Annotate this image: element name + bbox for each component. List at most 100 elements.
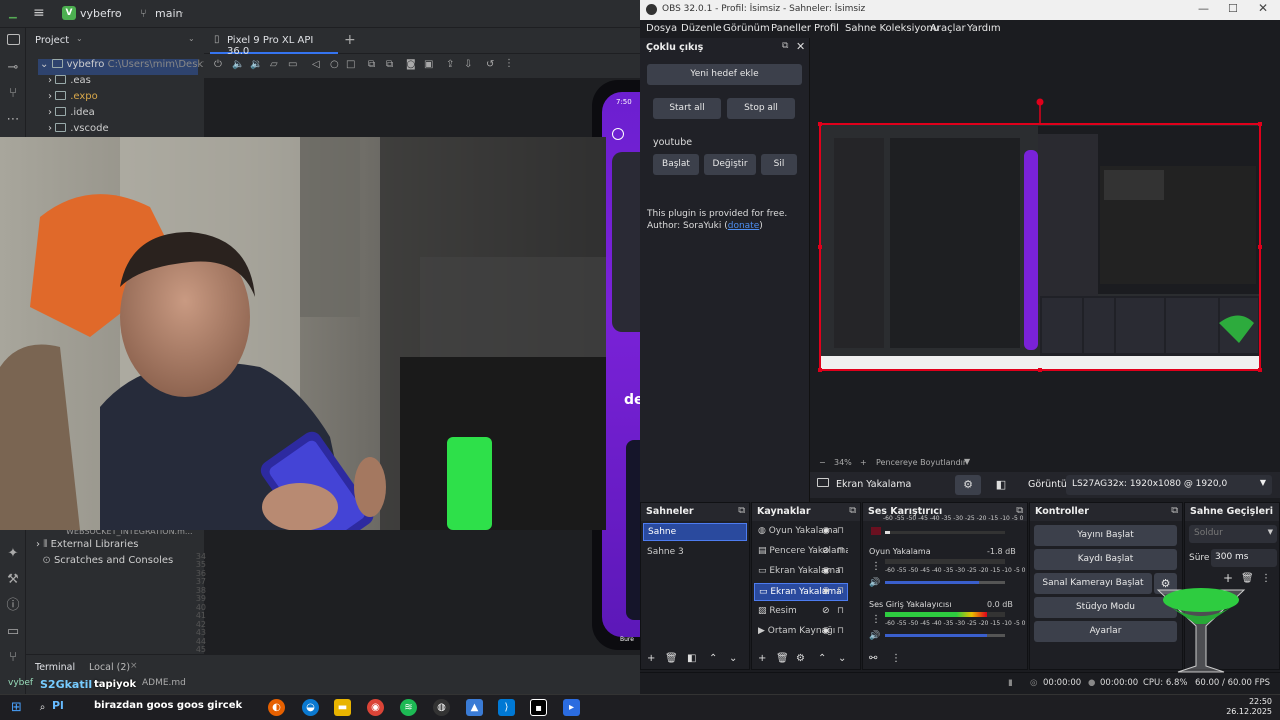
pull-request-icon[interactable]: ⑂ xyxy=(5,86,21,102)
source-item[interactable]: ▶ Ortam Kaynağı xyxy=(754,623,848,641)
store-icon[interactable]: ▲ xyxy=(466,699,483,716)
source-item[interactable]: ▭ Ekran Yakalama xyxy=(754,563,848,581)
visibility-icon[interactable]: ◉ xyxy=(822,586,830,596)
import-icon[interactable]: ⇩ xyxy=(464,59,472,70)
rotate-left-icon[interactable]: ▱ xyxy=(270,59,278,70)
visibility-icon[interactable]: ◉ xyxy=(822,566,830,576)
tree-item[interactable]: › .eas xyxy=(48,75,91,91)
volume-up-icon[interactable]: 🔈 xyxy=(232,59,244,70)
firefox-icon[interactable]: ◐ xyxy=(268,699,285,716)
edge-icon[interactable]: ◒ xyxy=(302,699,319,716)
windows-start-icon[interactable]: ⊞ xyxy=(8,699,25,716)
tab-terminal[interactable]: Terminal xyxy=(35,662,75,673)
duration-input[interactable]: 300 ms xyxy=(1211,549,1277,567)
donate-link[interactable]: donate xyxy=(728,221,760,231)
trash-icon[interactable]: 🗑 xyxy=(665,653,678,664)
menu-sahne-koleksiyonu[interactable]: Sahne Koleksiyonu xyxy=(845,23,939,34)
home-icon[interactable]: ○ xyxy=(330,59,339,70)
add-tab-icon[interactable]: + xyxy=(344,32,356,48)
minimize-icon[interactable]: — xyxy=(1198,2,1209,15)
hamburger-menu-icon[interactable]: ≡ xyxy=(33,5,45,21)
chrome-icon[interactable]: ◉ xyxy=(367,699,384,716)
terminal-app-icon[interactable]: ▸ xyxy=(563,699,580,716)
link-icon[interactable]: ⚯ xyxy=(869,653,877,664)
zoom-out-icon[interactable]: − xyxy=(819,458,826,467)
source-item[interactable]: ▤ Pencere Yakalama xyxy=(754,543,848,561)
move-up-icon[interactable]: ⌃ xyxy=(709,653,717,664)
volume-down-icon[interactable]: 🔉 xyxy=(250,59,262,70)
record-icon[interactable]: ▣ xyxy=(424,59,433,70)
float-icon[interactable]: ⧉ xyxy=(1171,505,1178,516)
tree-item[interactable]: › .idea xyxy=(48,107,95,123)
tree-item-external-libraries[interactable]: › ⫴ External Libraries xyxy=(36,539,138,555)
lock-icon[interactable]: ⊓ xyxy=(837,606,844,616)
start-recording-button[interactable]: Kaydı Başlat xyxy=(1034,549,1177,570)
add-icon[interactable]: + xyxy=(1223,571,1233,585)
close-icon[interactable]: ✕ xyxy=(796,40,805,53)
source-item[interactable]: ▭ Ekran Yakalama xyxy=(754,583,848,601)
close-icon[interactable]: ✕ xyxy=(1258,1,1268,15)
add-icon[interactable]: + xyxy=(647,653,655,664)
source-item[interactable]: ▨ Resim xyxy=(754,603,848,621)
volume-slider[interactable] xyxy=(885,634,1005,637)
move-up-icon[interactable]: ⌃ xyxy=(818,653,826,664)
spotify-icon[interactable]: ≋ xyxy=(400,699,417,716)
lock-icon[interactable]: ⊓ xyxy=(837,566,844,576)
menu-gorunum[interactable]: Görünüm xyxy=(723,23,770,34)
start-virtual-camera-button[interactable]: Sanal Kamerayı Başlat xyxy=(1034,573,1152,594)
trash-icon[interactable]: 🗑 xyxy=(776,653,789,664)
tab-emulator[interactable]: ▯ Pixel 9 Pro XL API 36.0 xyxy=(210,28,338,57)
float-icon[interactable]: ⧉ xyxy=(849,505,856,516)
move-down-icon[interactable]: ⌄ xyxy=(729,653,737,664)
add-target-button[interactable]: Yeni hedef ekle xyxy=(647,64,802,85)
speaker-icon[interactable]: 🔊 xyxy=(869,578,880,588)
start-target-button[interactable]: Başlat xyxy=(653,154,699,175)
volume-slider[interactable] xyxy=(885,531,1005,534)
lock-icon[interactable]: ⊓ xyxy=(837,526,844,536)
filter-icon[interactable]: ◧ xyxy=(687,653,696,664)
menu-araclar[interactable]: Araçlar xyxy=(930,23,966,34)
chevron-down-icon[interactable]: ⌄ xyxy=(188,34,195,43)
speaker-icon[interactable]: 🔊 xyxy=(869,631,880,641)
power-icon[interactable]: ⏻ xyxy=(214,59,222,70)
display-select[interactable]: LS27AG32x: 1920x1080 @ 1920,0 ▼ xyxy=(1066,475,1272,495)
scene-item[interactable]: Sahne xyxy=(643,523,747,541)
transition-select[interactable]: Soldur ▼ xyxy=(1189,525,1277,543)
problems-icon[interactable]: ⓘ xyxy=(5,598,21,614)
tab-local[interactable]: Local (2) xyxy=(89,662,130,673)
tree-item-scratches[interactable]: ⊙ Scratches and Consoles xyxy=(36,555,173,571)
lock-icon[interactable]: ⊓ xyxy=(837,626,844,636)
source-item[interactable]: ◍ Oyun Yakalama xyxy=(754,523,848,541)
search-icon[interactable]: ⌕ xyxy=(34,699,51,716)
visibility-icon[interactable]: ◉ xyxy=(822,626,830,636)
more-options-icon[interactable]: ⋮ xyxy=(1261,573,1271,584)
menu-duzenle[interactable]: Düzenle xyxy=(681,23,722,34)
commit-icon[interactable]: ⊸ xyxy=(5,60,21,76)
edit-target-button[interactable]: Değiştir xyxy=(704,154,756,175)
lock-icon[interactable]: ⊓ xyxy=(837,546,844,556)
menu-yardim[interactable]: Yardım xyxy=(967,23,1001,34)
export-icon[interactable]: ⇪ xyxy=(446,59,454,70)
zoom-in-icon[interactable]: + xyxy=(860,458,867,467)
git-icon[interactable]: ⑂ xyxy=(5,650,21,666)
jetbrains-icon[interactable]: ▪ xyxy=(530,699,547,716)
vscode-icon[interactable]: ⟩ xyxy=(498,699,515,716)
overview-icon[interactable]: □ xyxy=(346,59,355,70)
move-down-icon[interactable]: ⌄ xyxy=(838,653,846,664)
float-icon[interactable]: ⧉ xyxy=(782,41,788,51)
hammer-icon[interactable]: ⚒ xyxy=(5,572,21,588)
gear-icon[interactable]: ⚙ xyxy=(955,475,981,495)
lock-icon[interactable]: ⊓ xyxy=(837,586,844,596)
stop-all-button[interactable]: Stop all xyxy=(727,98,795,119)
more-options-icon[interactable]: ⋮ xyxy=(871,614,881,625)
visibility-icon[interactable]: ⊘ xyxy=(822,546,830,556)
preview-canvas[interactable] xyxy=(814,38,1280,456)
add-icon[interactable]: + xyxy=(758,653,766,664)
menu-paneller[interactable]: Paneller xyxy=(771,23,811,34)
menu-dosya[interactable]: Dosya xyxy=(646,23,677,34)
more-options-icon[interactable]: ⋮ xyxy=(504,58,514,69)
visibility-icon[interactable]: ⊘ xyxy=(822,606,830,616)
terminal-icon[interactable]: ▭ xyxy=(5,624,21,640)
file-explorer-icon[interactable]: ▬ xyxy=(334,699,351,716)
camera-icon[interactable]: ◙ xyxy=(406,59,416,70)
